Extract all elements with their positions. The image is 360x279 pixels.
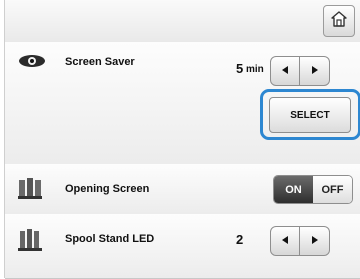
spool-stand-led-label: Spool Stand LED xyxy=(65,233,155,245)
home-icon xyxy=(330,10,348,33)
eye-icon xyxy=(18,54,46,68)
toggle-off-button[interactable]: OFF xyxy=(313,176,352,203)
spool-stand-led-row: Spool Stand LED 2 xyxy=(5,214,360,279)
settings-panel: Screen Saver 5 min SELECT Opening Screen xyxy=(4,0,360,279)
opening-screen-icon xyxy=(18,177,42,199)
screen-saver-decrease-button[interactable] xyxy=(270,56,300,86)
spool-stand-led-increase-button[interactable] xyxy=(300,226,330,256)
spool-stand-led-decrease-button[interactable] xyxy=(270,226,300,256)
right-arrow-icon xyxy=(310,232,320,250)
home-button[interactable] xyxy=(323,5,355,37)
screen-saver-label: Screen Saver xyxy=(65,56,135,68)
screen-saver-select-button[interactable]: SELECT xyxy=(269,97,351,133)
opening-screen-label: Opening Screen xyxy=(65,183,150,195)
left-arrow-icon xyxy=(280,232,290,250)
spool-stand-icon xyxy=(18,229,42,251)
top-bar xyxy=(5,0,360,43)
opening-screen-toggle[interactable]: ON OFF xyxy=(273,175,353,204)
screen-saver-increase-button[interactable] xyxy=(300,56,330,86)
spool-stand-led-value: 2 xyxy=(236,232,244,247)
toggle-on-button[interactable]: ON xyxy=(274,176,313,203)
left-arrow-icon xyxy=(280,62,290,80)
screen-saver-value: 5 xyxy=(236,61,244,76)
screen-saver-unit: min xyxy=(246,64,264,75)
right-arrow-icon xyxy=(310,62,320,80)
